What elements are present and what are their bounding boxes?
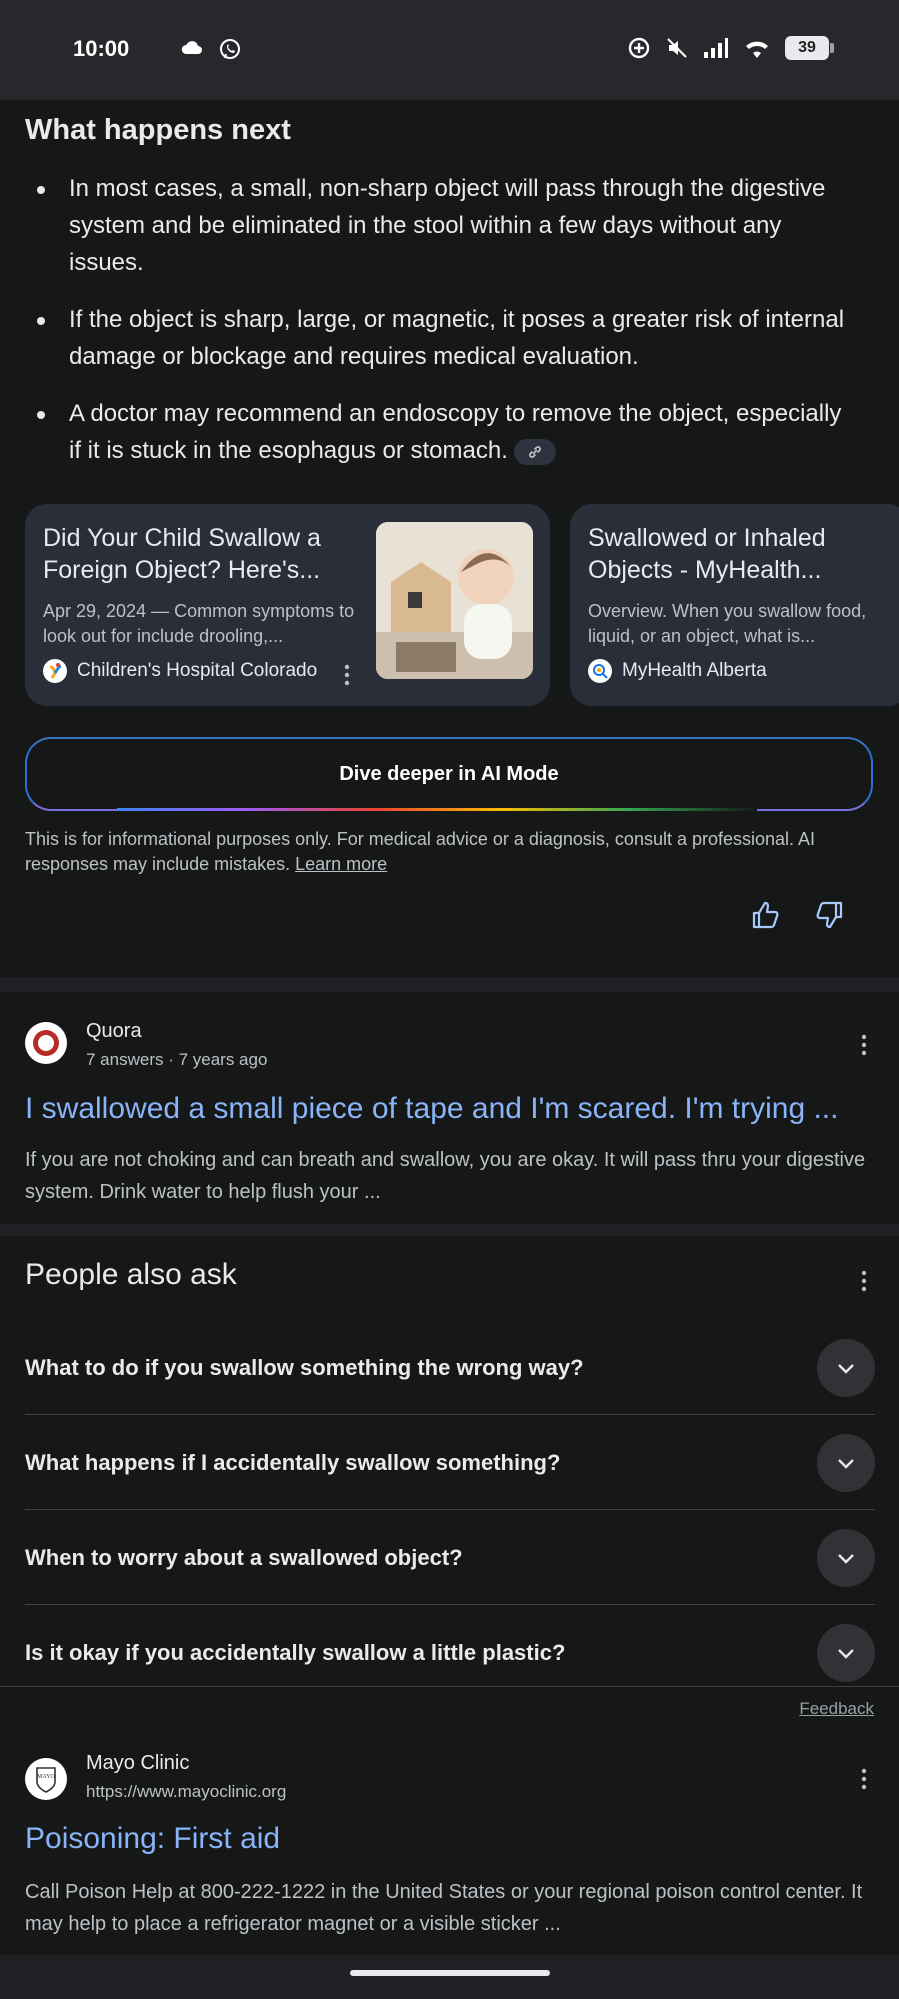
- result-site-name: Quora: [86, 1020, 142, 1042]
- paa-title: People also ask: [25, 1258, 237, 1291]
- mayo-clinic-logo-icon: MAYO: [25, 1758, 67, 1800]
- more-vert-icon[interactable]: [860, 1768, 868, 1790]
- status-right-icons: 39: [627, 36, 834, 60]
- dive-deeper-label: Dive deeper in AI Mode: [339, 762, 559, 785]
- thumbs-up-icon[interactable]: [750, 900, 780, 930]
- home-gesture-handle[interactable]: [350, 1970, 550, 1976]
- chevron-down-icon[interactable]: [817, 1528, 875, 1587]
- status-bar: 10:00 39: [0, 0, 899, 100]
- bullet-text: A doctor may recommend an endoscopy to r…: [69, 400, 842, 464]
- data-saver-icon: [628, 37, 650, 59]
- paa-question: Is it okay if you accidentally swallow a…: [25, 1640, 566, 1665]
- cloud-icon: [181, 41, 202, 54]
- result-title-link[interactable]: Poisoning: First aid: [25, 1822, 885, 1856]
- wifi-icon: [746, 41, 768, 58]
- card-title: Swallowed or Inhaled Objects - MyHealth.…: [588, 524, 826, 584]
- childrens-hospital-logo-icon: [43, 659, 67, 683]
- result-site-name: Mayo Clinic: [86, 1752, 190, 1774]
- disclaimer: This is for informational purposes only.…: [25, 827, 875, 877]
- battery-level: 39: [798, 39, 816, 56]
- child-photo-image: [376, 522, 533, 679]
- source-link-button[interactable]: [513, 438, 556, 465]
- bullet-item: In most cases, a small, non-sharp object…: [25, 170, 845, 281]
- more-vert-icon[interactable]: [860, 1034, 868, 1056]
- card-source: MyHealth Alberta: [588, 659, 767, 683]
- quora-logo-icon: [25, 1022, 67, 1064]
- myhealth-alberta-logo-icon: [588, 659, 612, 683]
- card-snippet: Apr 29, 2024 — Common symptoms to look o…: [43, 601, 355, 646]
- search-result-mayo-clinic: MAYO Mayo Clinic https://www.mayoclinic.…: [0, 1730, 899, 1955]
- paa-question-row[interactable]: What to do if you swallow something the …: [25, 1321, 875, 1415]
- result-meta: 7 answers · 7 years ago: [86, 1050, 268, 1069]
- ai-overview: What happens next In most cases, a small…: [0, 100, 899, 977]
- card-snippet: Overview. When you swallow food, liquid,…: [588, 601, 867, 646]
- more-vert-icon[interactable]: [343, 664, 351, 686]
- status-left-icons: [180, 38, 242, 62]
- result-snippet: If you are not choking and can breath an…: [25, 1149, 866, 1203]
- paa-question-row[interactable]: When to worry about a swallowed object?: [25, 1511, 875, 1605]
- feedback-bar: Feedback: [0, 1686, 899, 1730]
- status-time: 10:00: [73, 36, 130, 61]
- section-heading: What happens next: [25, 114, 291, 146]
- result-snippet: Call Poison Help at 800-222-1222 in the …: [25, 1881, 863, 1935]
- more-vert-icon[interactable]: [860, 1270, 868, 1292]
- card-thumbnail: [376, 522, 533, 679]
- chevron-down-icon[interactable]: [817, 1338, 875, 1397]
- result-url: https://www.mayoclinic.org: [86, 1782, 287, 1801]
- disclaimer-text: This is for informational purposes only.…: [25, 829, 816, 874]
- link-icon: [529, 445, 541, 458]
- mute-icon: [667, 38, 687, 58]
- svg-text:MAYO: MAYO: [37, 1774, 55, 1780]
- card-source: Children's Hospital Colorado: [43, 659, 317, 683]
- dive-deeper-ai-mode-button[interactable]: Dive deeper in AI Mode: [25, 737, 873, 811]
- bullet-text: In most cases, a small, non-sharp object…: [69, 175, 826, 276]
- feedback-link[interactable]: Feedback: [799, 1699, 874, 1719]
- bullet-item: A doctor may recommend an endoscopy to r…: [25, 395, 845, 469]
- bullet-item: If the object is sharp, large, or magnet…: [25, 301, 845, 375]
- people-also-ask: People also ask What to do if you swallo…: [0, 1236, 899, 1686]
- chevron-down-icon[interactable]: [817, 1624, 875, 1682]
- paa-question: What happens if I accidentally swallow s…: [25, 1449, 561, 1475]
- search-result-quora: Quora 7 answers · 7 years ago I swallowe…: [0, 992, 899, 1224]
- signal-icon: [704, 38, 728, 58]
- chevron-down-icon[interactable]: [817, 1433, 875, 1492]
- viber-icon: [220, 39, 240, 59]
- system-nav-bar: [0, 1955, 899, 1999]
- rainbow-border: [117, 808, 757, 811]
- battery-icon: 39: [785, 36, 834, 60]
- thumbs-down-icon[interactable]: [815, 900, 845, 930]
- card-title: Did Your Child Swallow a Foreign Object?…: [43, 524, 321, 584]
- learn-more-link[interactable]: Learn more: [295, 854, 387, 874]
- bullet-text: If the object is sharp, large, or magnet…: [69, 306, 845, 370]
- bullet-list: In most cases, a small, non-sharp object…: [25, 170, 845, 489]
- source-card[interactable]: Swallowed or Inhaled Objects - MyHealth.…: [570, 504, 899, 706]
- paa-question: When to worry about a swallowed object?: [25, 1544, 463, 1570]
- result-title-link[interactable]: I swallowed a small piece of tape and I'…: [25, 1092, 885, 1126]
- paa-question: What to do if you swallow something the …: [25, 1354, 584, 1380]
- source-card[interactable]: Did Your Child Swallow a Foreign Object?…: [25, 504, 550, 706]
- card-source-name: MyHealth Alberta: [622, 660, 767, 681]
- paa-question-row[interactable]: What happens if I accidentally swallow s…: [25, 1416, 875, 1510]
- card-source-name: Children's Hospital Colorado: [77, 660, 318, 681]
